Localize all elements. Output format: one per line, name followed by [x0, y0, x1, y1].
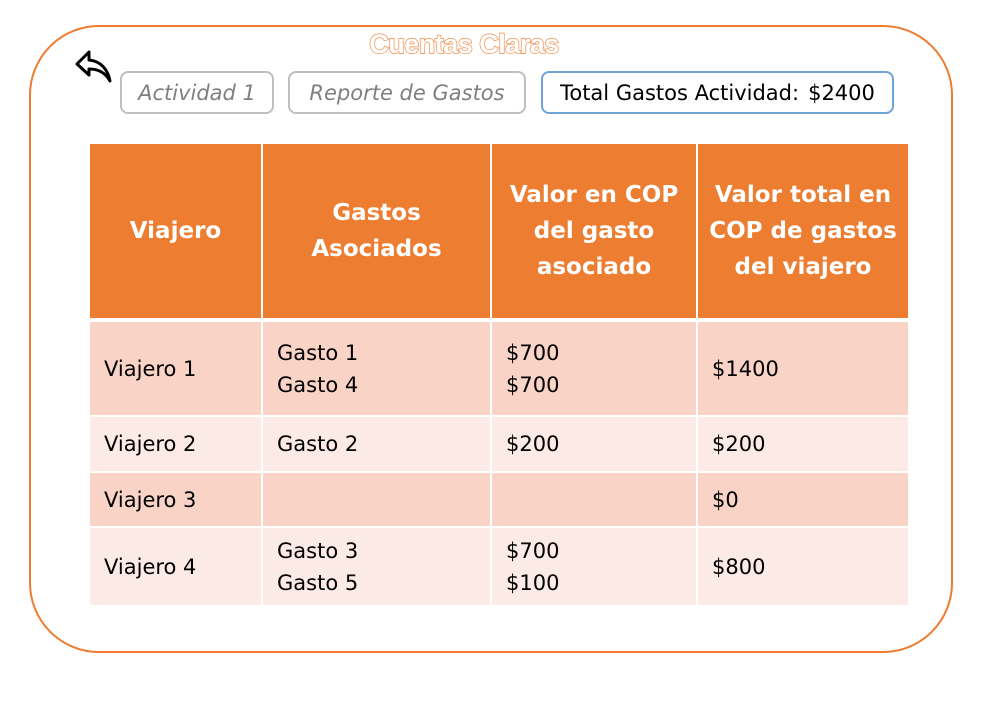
table-header-row: Viajero Gastos Asociados Valor en COP de… [90, 144, 908, 322]
values-cell: $200 [490, 415, 697, 472]
expense-name: Gasto 4 [277, 372, 359, 397]
expenses-cell: Gasto 3 Gasto 5 [261, 526, 491, 605]
traveler-cell: Viajero 2 [90, 415, 262, 472]
total-cell: $800 [696, 526, 908, 605]
expenses-cell: Gasto 1 Gasto 4 [261, 319, 491, 416]
expense-value: $700 [506, 538, 560, 563]
activity-button[interactable]: Actividad 1 [120, 71, 274, 114]
total-cell: $200 [696, 415, 908, 472]
back-arrow-icon[interactable] [74, 48, 116, 86]
total-cell: $1400 [696, 319, 908, 416]
total-cell: $0 [696, 471, 908, 527]
header-associated-expenses: Gastos Asociados [261, 144, 491, 322]
values-cell: $700 $700 [490, 319, 697, 416]
activity-button-label: Actividad 1 [138, 80, 256, 105]
expense-value: $100 [506, 570, 560, 595]
expense-report-button-label: Reporte de Gastos [309, 80, 505, 105]
activity-total-value: $2400 [808, 80, 875, 105]
expenses-table: Viajero Gastos Asociados Valor en COP de… [90, 144, 908, 605]
activity-total-box: Total Gastos Actividad: $2400 [541, 71, 894, 114]
table-row: Viajero 1 Gasto 1 Gasto 4 $700 $700 $140… [90, 319, 908, 416]
expense-name: Gasto 2 [277, 432, 359, 456]
app-title: Cuentas Claras [369, 28, 560, 59]
expenses-cell: Gasto 2 [261, 415, 491, 472]
expense-value: $700 [506, 372, 560, 397]
values-cell [490, 471, 697, 527]
expense-name: Gasto 5 [277, 570, 359, 595]
header-traveler-total: Valor total en COP de gastos del viajero [696, 144, 908, 322]
activity-total-label: Total Gastos Actividad: [560, 80, 800, 105]
traveler-cell: Viajero 1 [90, 319, 262, 416]
table-row: Viajero 3 $0 [90, 471, 908, 527]
expense-value: $700 [506, 340, 560, 365]
table-row: Viajero 2 Gasto 2 $200 $200 [90, 415, 908, 472]
expenses-cell [261, 471, 491, 527]
values-cell: $700 $100 [490, 526, 697, 605]
header-expense-value: Valor en COP del gasto asociado [490, 144, 697, 322]
header-traveler: Viajero [90, 144, 262, 322]
table-row: Viajero 4 Gasto 3 Gasto 5 $700 $100 $800 [90, 526, 908, 605]
traveler-cell: Viajero 3 [90, 471, 262, 527]
expense-name: Gasto 1 [277, 340, 359, 365]
expense-value: $200 [506, 432, 560, 456]
expense-name: Gasto 3 [277, 538, 359, 563]
traveler-cell: Viajero 4 [90, 526, 262, 605]
expense-report-button[interactable]: Reporte de Gastos [288, 71, 526, 114]
